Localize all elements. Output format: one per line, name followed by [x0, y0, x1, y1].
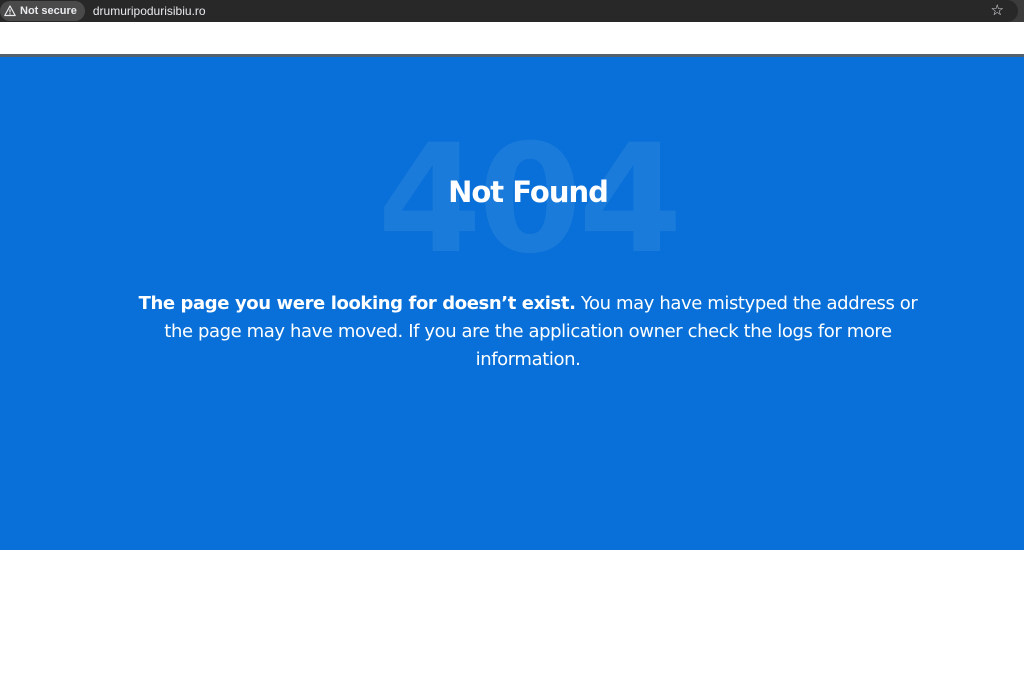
- security-indicator-button[interactable]: Not secure: [0, 1, 85, 21]
- star-outline-icon[interactable]: ☆: [991, 2, 1004, 20]
- url-text[interactable]: drumuripodurisibiu.ro: [93, 4, 206, 18]
- page-bottom-area: [0, 550, 1024, 673]
- security-label: Not secure: [20, 5, 77, 17]
- page-title: Not Found: [448, 175, 609, 209]
- warning-triangle-icon: [4, 5, 16, 17]
- error-message: The page you were looking for doesn’t ex…: [130, 290, 926, 374]
- error-hero: 404 Not Found The page you were looking …: [0, 57, 1024, 550]
- page-top-strip: [0, 22, 1024, 54]
- error-message-strong: The page you were looking for doesn’t ex…: [138, 293, 576, 314]
- browser-address-bar: Not secure drumuripodurisibiu.ro ☆: [0, 0, 1024, 22]
